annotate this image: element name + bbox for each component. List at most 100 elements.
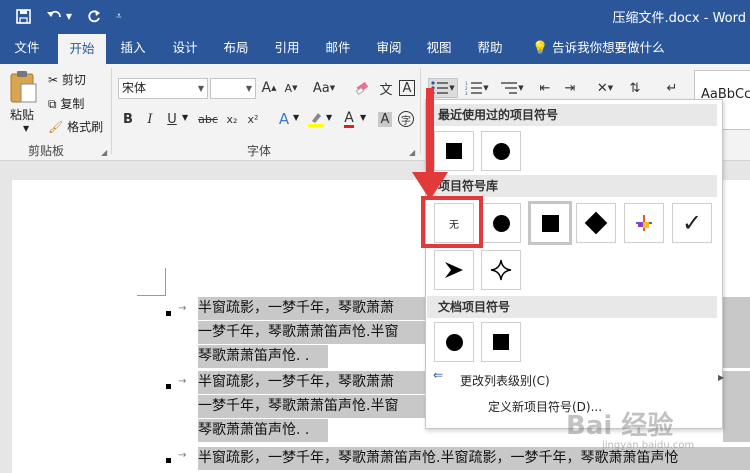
tab-help[interactable]: 帮助 <box>469 32 511 64</box>
clipboard-group-label: 剪贴板 <box>28 144 65 158</box>
text-effects-icon[interactable]: A <box>274 109 294 129</box>
increase-indent-icon[interactable]: ⇥ <box>560 78 580 98</box>
svg-text:3: 3 <box>465 91 468 95</box>
tab-review[interactable]: 审阅 <box>368 32 410 64</box>
change-list-level-item[interactable]: 更改列表级别(C) <box>460 372 550 389</box>
watermark: Bai 经验 <box>566 411 674 441</box>
bullet-option-square[interactable] <box>481 322 521 362</box>
show-marks-icon[interactable]: ↵ <box>662 78 682 98</box>
tab-references[interactable]: 引用 <box>266 32 308 64</box>
bullet-option-circle[interactable] <box>481 203 521 243</box>
tab-file[interactable]: 文件 <box>6 32 48 64</box>
paragraph-line[interactable]: 半窗疏影，一梦千年，琴歌萧萧 <box>198 297 428 320</box>
clear-formatting-icon[interactable] <box>353 78 373 98</box>
tab-view[interactable]: 视图 <box>418 32 460 64</box>
watermark-url: jingyan.baidu.com <box>602 440 695 451</box>
four-point-star-bullet-icon <box>490 259 512 281</box>
italic-button[interactable]: I <box>140 109 160 129</box>
tab-arrow-icon: → <box>178 450 187 461</box>
list-bullet <box>166 384 171 389</box>
highlight-box <box>421 196 483 248</box>
phonetic-guide-icon[interactable]: 文 <box>376 78 396 98</box>
checkmark-bullet-icon: ✓ <box>681 209 703 237</box>
highlight-chevron-icon[interactable]: ▼ <box>326 113 332 122</box>
bullet-library-dropdown: 最近使用过的项目符号 项目符号库 无 ✓ 文档项目符号 ⇐ 更改列表级别(C) … <box>425 99 724 429</box>
superscript-button[interactable]: x² <box>243 109 263 129</box>
tab-home[interactable]: 开始 <box>58 34 106 64</box>
bullet-option-circle[interactable] <box>434 322 474 362</box>
bullet-option-square-selected[interactable] <box>528 201 572 245</box>
bullet-option-four-point-star[interactable] <box>481 250 521 290</box>
paragraph-line-overflow <box>723 297 750 368</box>
circle-bullet-icon <box>445 333 463 351</box>
font-color-icon[interactable]: A <box>339 109 359 129</box>
tab-layout[interactable]: 布局 <box>215 32 257 64</box>
format-painter-button[interactable]: 🖌 格式刷 <box>48 118 103 135</box>
paragraph-line[interactable]: 一梦千年，琴歌萧萧笛声怆.半窗 <box>198 321 428 344</box>
paste-chevron-icon[interactable]: ▼ <box>23 124 29 133</box>
asian-layout-icon[interactable]: ✕ ▼ <box>590 78 620 98</box>
bullet-option-star[interactable] <box>624 203 664 243</box>
chevron-down-icon: ▼ <box>197 84 204 93</box>
tab-insert[interactable]: 插入 <box>112 32 154 64</box>
tell-me-search[interactable]: 💡 告诉我你想要做什么 <box>532 32 665 64</box>
paste-icon[interactable] <box>8 70 38 106</box>
paste-button[interactable]: 粘贴 <box>10 106 34 123</box>
diamond-bullet-icon <box>584 211 608 235</box>
margin-corner-mark <box>137 295 165 296</box>
paintbrush-icon: 🖌 <box>48 120 64 134</box>
scissors-icon: ✂ <box>48 73 59 87</box>
tab-design[interactable]: 设计 <box>164 32 206 64</box>
colorful-star-bullet-icon <box>636 215 652 231</box>
character-shading-icon[interactable]: A <box>375 109 395 129</box>
change-case-button[interactable]: Aa ▼ <box>309 78 339 98</box>
window-title: 压缩文件.docx - Word <box>612 11 746 26</box>
sort-icon[interactable]: ⇅ <box>625 78 645 98</box>
font-size-combo[interactable]: ▼ <box>210 78 256 99</box>
red-arrow-icon <box>412 88 448 200</box>
paragraph-line[interactable]: 半窗疏影，一梦千年，琴歌萧萧 <box>198 371 428 394</box>
list-bullet <box>166 458 171 463</box>
undo-icon[interactable]: ▼ <box>44 6 74 26</box>
list-level-icon: ⇐ <box>433 368 444 382</box>
tab-arrow-icon: → <box>178 376 187 387</box>
ribbon-tabs: 文件 开始 插入 设计 布局 引用 邮件 审阅 视图 帮助 💡 告诉我你想要做什… <box>0 32 750 64</box>
copy-button[interactable]: ⧉ 复制 <box>48 95 84 112</box>
chevron-down-icon: ▼ <box>245 84 252 93</box>
clipboard-dialog-launcher-icon[interactable]: ◢ <box>101 148 107 157</box>
bullet-option-checkmark[interactable]: ✓ <box>672 203 712 243</box>
title-bar: ▼ ⩡ 压缩文件.docx - Word <box>0 0 750 32</box>
bullet-option-diamond[interactable] <box>576 203 616 243</box>
paragraph-line[interactable]: 琴歌萧萧笛声怆. . <box>198 419 328 442</box>
font-name-combo[interactable]: 宋体 ▼ <box>118 78 208 99</box>
decrease-indent-icon[interactable]: ⇤ <box>535 78 555 98</box>
cut-button[interactable]: ✂ 剪切 <box>48 71 86 88</box>
shrink-font-button[interactable]: A ▼ <box>281 78 301 98</box>
strikethrough-button[interactable]: abc <box>196 109 220 129</box>
bullet-option-arrowhead[interactable] <box>434 250 474 290</box>
recent-bullets-header: 最近使用过的项目符号 <box>427 104 717 126</box>
bullet-library-header: 项目符号库 <box>427 175 717 197</box>
tab-mailings[interactable]: 邮件 <box>317 32 359 64</box>
numbering-icon[interactable]: 123 ▼ <box>462 78 492 98</box>
arrowhead-bullet-icon <box>445 262 463 278</box>
underline-button[interactable]: U <box>162 109 182 129</box>
document-bullets-header: 文档项目符号 <box>427 296 717 318</box>
redo-icon[interactable] <box>82 6 104 26</box>
paragraph-line[interactable]: 琴歌萧萧笛声怆. . <box>198 345 328 368</box>
grow-font-button[interactable]: A ▲ <box>259 78 279 98</box>
bullet-option-circle[interactable] <box>481 131 521 171</box>
text-effects-chevron-icon[interactable]: ▼ <box>293 113 299 122</box>
circle-bullet-icon <box>492 142 510 160</box>
lightbulb-icon: 💡 <box>532 41 549 56</box>
font-color-chevron-icon[interactable]: ▼ <box>360 113 366 122</box>
save-icon[interactable] <box>12 6 34 26</box>
highlight-icon[interactable] <box>306 109 326 129</box>
customize-quick-access-icon[interactable]: ⩡ <box>112 6 126 26</box>
subscript-button[interactable]: x₂ <box>222 109 242 129</box>
bold-button[interactable]: B <box>118 109 138 129</box>
list-bullet <box>166 311 171 316</box>
paragraph-line[interactable]: 一梦千年，琴歌萧萧笛声怆.半窗 <box>198 395 428 418</box>
multilevel-list-icon[interactable]: ▼ <box>497 78 527 98</box>
underline-chevron-icon[interactable]: ▼ <box>182 113 188 122</box>
